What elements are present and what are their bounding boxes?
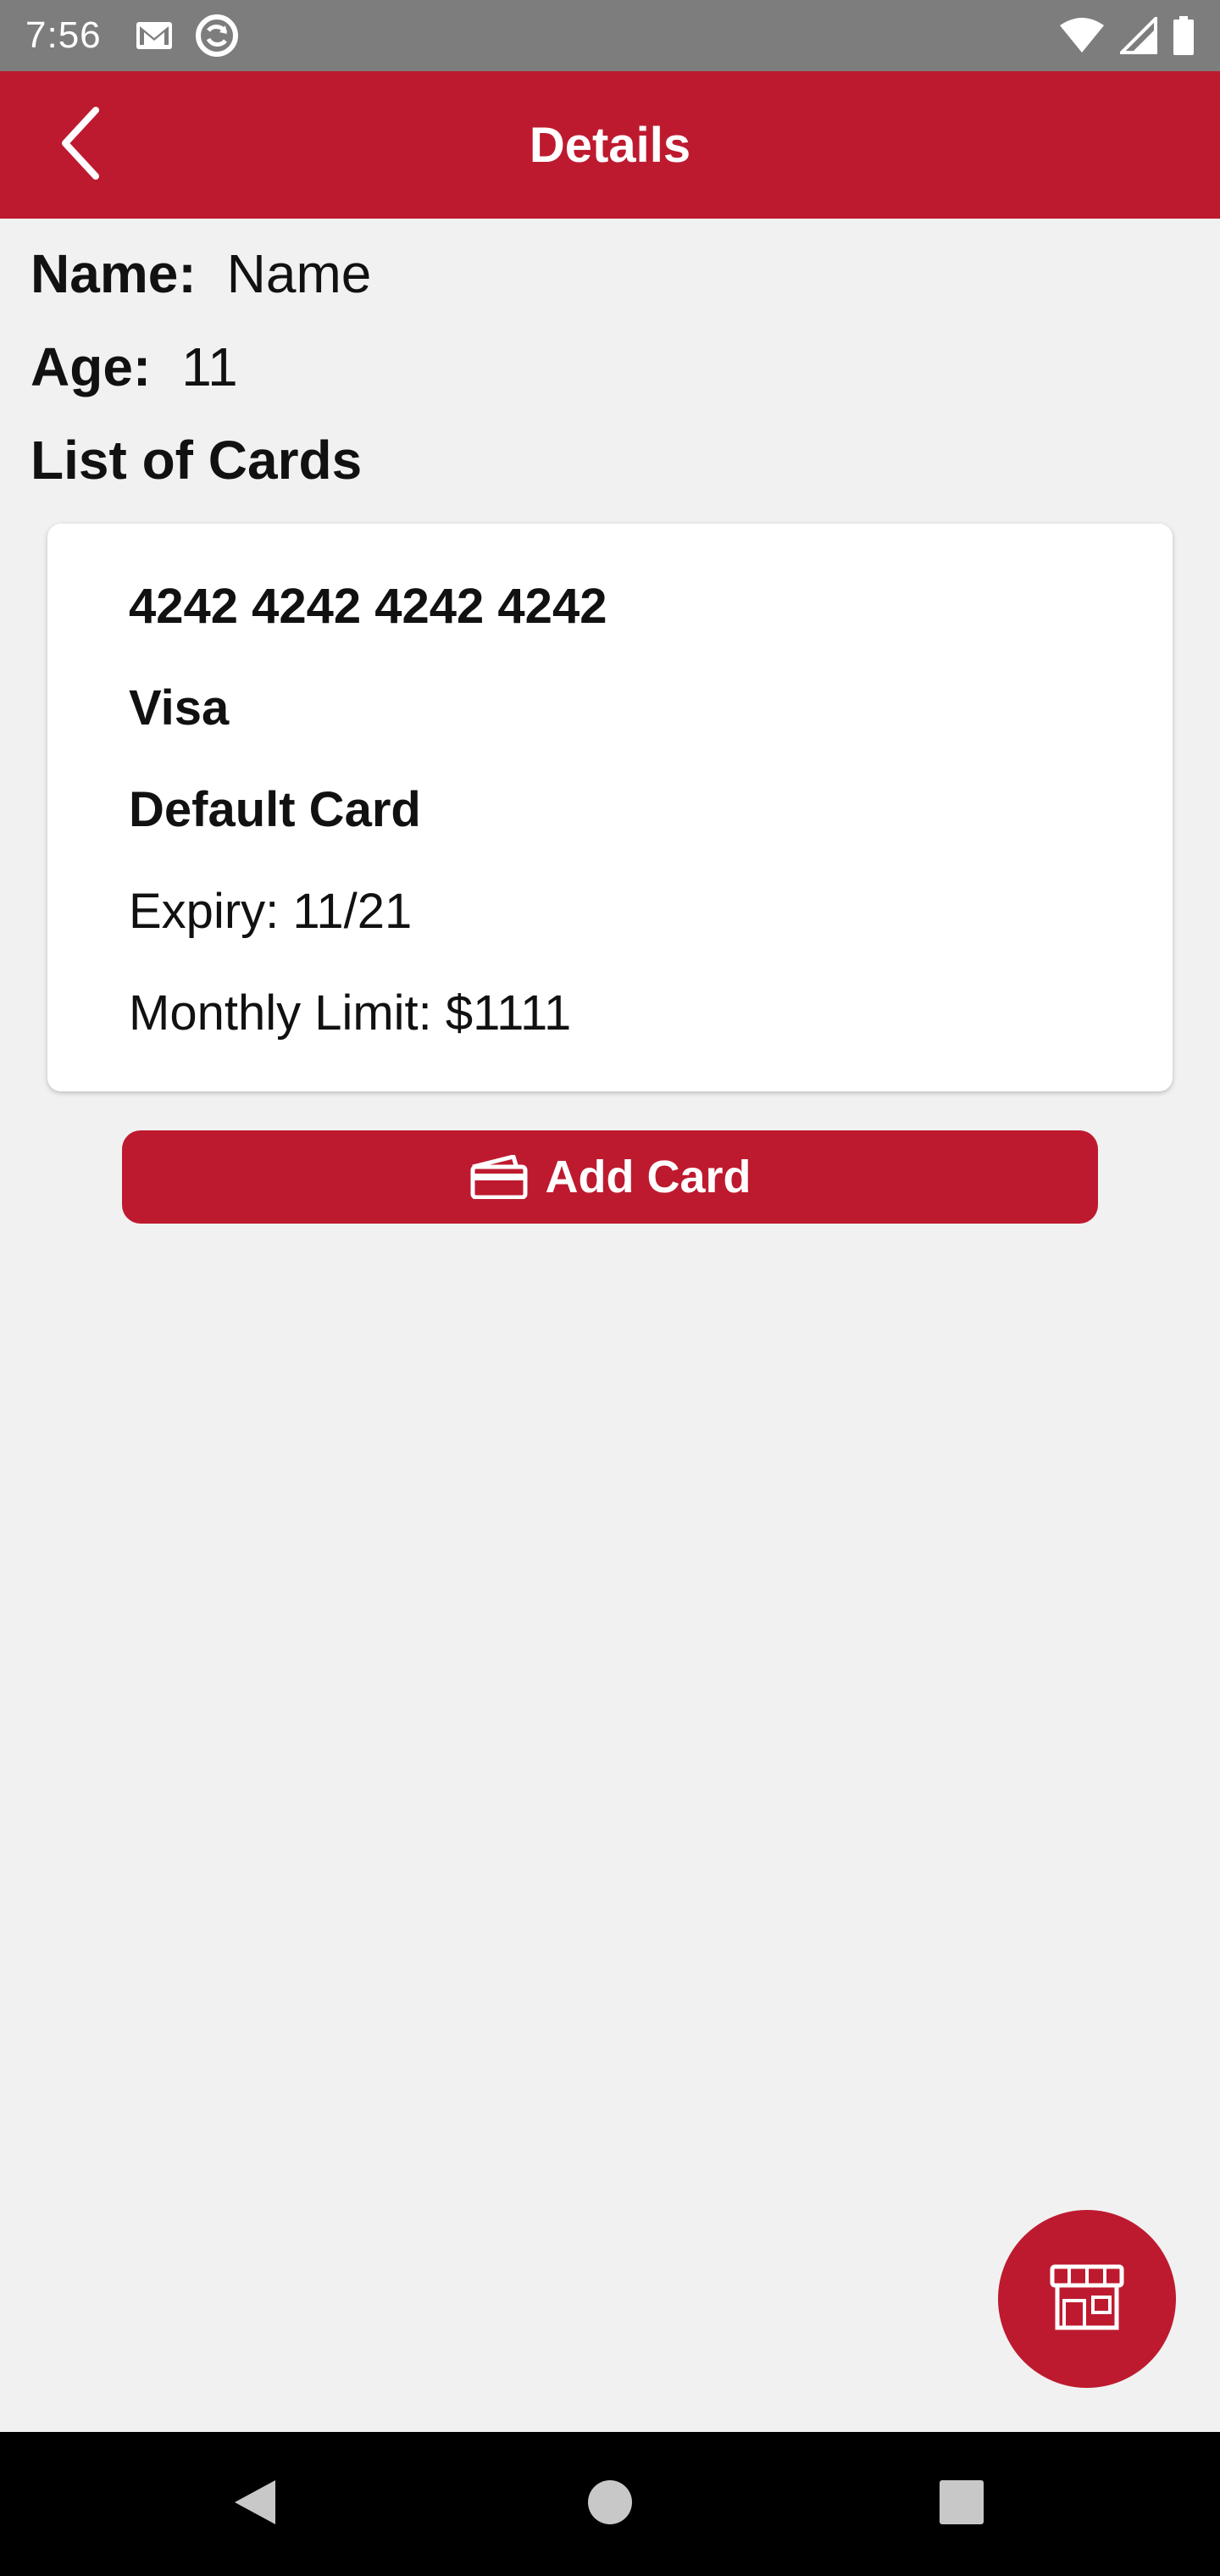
status-icons-right bbox=[1059, 16, 1195, 55]
cards-heading: List of Cards bbox=[30, 430, 363, 491]
status-icons-left bbox=[136, 14, 239, 58]
chevron-left-icon bbox=[57, 105, 104, 186]
age-value: 11 bbox=[181, 336, 238, 397]
add-card-button[interactable]: Add Card bbox=[122, 1130, 1098, 1224]
recents-square-icon bbox=[938, 2479, 985, 2530]
nav-recents-button[interactable] bbox=[923, 2466, 1000, 2542]
status-time: 7:56 bbox=[25, 14, 102, 56]
home-circle-icon bbox=[586, 2479, 634, 2530]
wifi-icon bbox=[1059, 17, 1105, 54]
card-item[interactable]: 4242 4242 4242 4242 Visa Default Card Ex… bbox=[47, 524, 1173, 1091]
app-bar: Details bbox=[0, 71, 1220, 219]
name-value: Name bbox=[226, 243, 372, 304]
nav-back-button[interactable] bbox=[217, 2466, 293, 2542]
card-monthly-limit: Monthly Limit: $1111 bbox=[129, 985, 572, 1041]
nav-home-button[interactable] bbox=[572, 2466, 648, 2542]
page-title: Details bbox=[529, 117, 691, 173]
screen: 7:56 Details Name: Name Age: 11 List of … bbox=[0, 0, 1220, 2576]
add-card-label: Add Card bbox=[545, 1152, 751, 1202]
card-brand: Visa bbox=[129, 680, 230, 736]
back-button[interactable] bbox=[42, 105, 119, 186]
card-default-label: Default Card bbox=[129, 782, 421, 837]
battery-icon bbox=[1173, 16, 1195, 55]
sync-icon bbox=[195, 14, 239, 58]
card-number: 4242 4242 4242 4242 bbox=[129, 579, 607, 634]
store-icon bbox=[1049, 2263, 1125, 2335]
status-bar: 7:56 bbox=[0, 0, 1220, 71]
gmail-icon bbox=[136, 21, 173, 50]
card-expiry: Expiry: 11/21 bbox=[129, 884, 413, 939]
navigation-bar bbox=[0, 2432, 1220, 2576]
name-row: Name: Name bbox=[30, 242, 371, 305]
store-fab[interactable] bbox=[998, 2210, 1176, 2388]
signal-icon bbox=[1120, 17, 1157, 54]
age-label: Age: bbox=[30, 336, 152, 397]
credit-card-icon bbox=[469, 1155, 529, 1199]
status-left: 7:56 bbox=[25, 14, 239, 58]
back-triangle-icon bbox=[230, 2477, 280, 2532]
age-row: Age: 11 bbox=[30, 336, 238, 398]
name-label: Name: bbox=[30, 243, 197, 304]
